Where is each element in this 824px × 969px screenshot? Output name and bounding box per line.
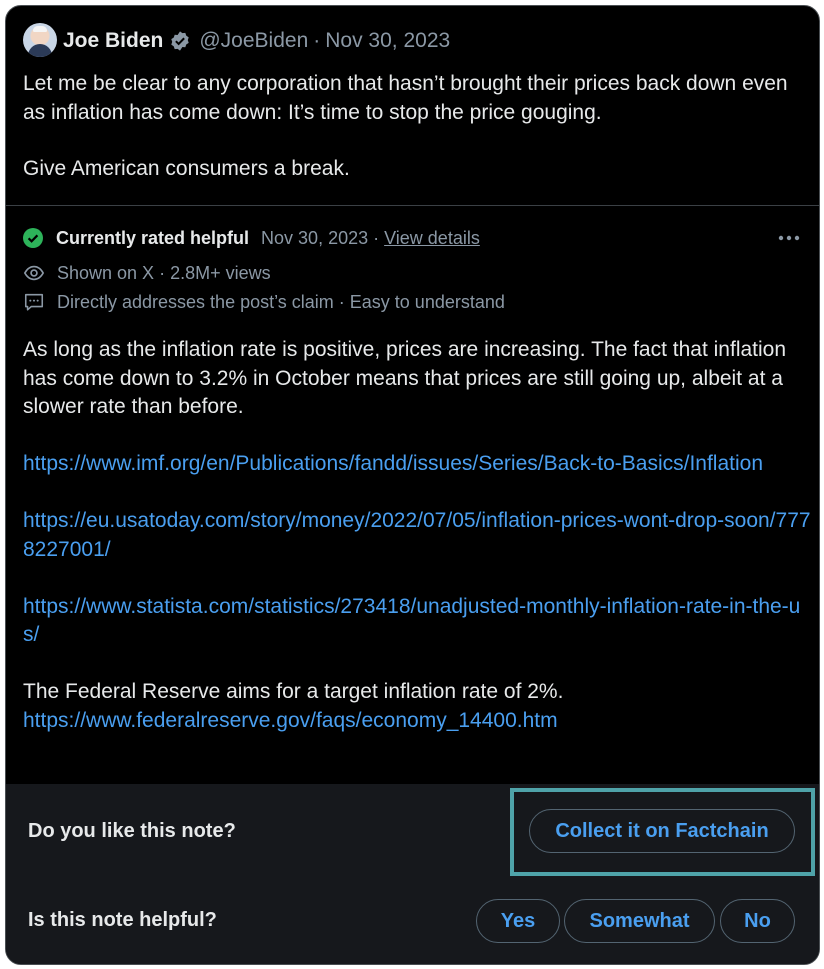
- note-link-statista[interactable]: https://www.statista.com/statistics/2734…: [23, 595, 800, 647]
- note-date: Nov 30, 2023: [261, 227, 369, 248]
- note-body: As long as the inflation rate is positiv…: [23, 336, 813, 735]
- separator-dot: ·: [313, 29, 321, 52]
- tweet-author-line: Joe Biden @JoeBiden · Nov 30, 2023: [63, 28, 450, 54]
- tweet-date[interactable]: Nov 30, 2023: [325, 28, 450, 54]
- comment-icon: [24, 293, 44, 311]
- tweet-text: Let me be clear to any corporation that …: [23, 70, 793, 184]
- note-link-imf[interactable]: https://www.imf.org/en/Publications/fand…: [23, 452, 763, 475]
- separator-dot: ·: [373, 227, 380, 248]
- like-question: Do you like this note?: [28, 820, 236, 842]
- divider: [6, 205, 819, 206]
- note-paragraph: The Federal Reserve aims for a target in…: [23, 680, 564, 703]
- helpful-question: Is this note helpful?: [28, 909, 217, 931]
- eye-icon: [23, 265, 45, 281]
- feedback-panel: Do you like this note? Collect it on Fac…: [6, 784, 819, 964]
- note-header: Currently rated helpful Nov 30, 2023 · V…: [23, 226, 480, 250]
- note-status: Currently rated helpful: [56, 227, 250, 248]
- yes-button[interactable]: Yes: [476, 899, 560, 943]
- note-paragraph: As long as the inflation rate is positiv…: [23, 338, 787, 418]
- note-link-federalreserve[interactable]: https://www.federalreserve.gov/faqs/econ…: [23, 709, 558, 732]
- note-views: Shown on X · 2.8M+ views: [57, 262, 271, 283]
- collect-factchain-button[interactable]: Collect it on Factchain: [529, 809, 795, 853]
- tweet-paragraph: Give American consumers a break.: [23, 157, 350, 180]
- note-reasons: Directly addresses the post’s claim · Ea…: [57, 291, 505, 312]
- author-name[interactable]: Joe Biden: [63, 28, 163, 54]
- post-card: Joe Biden @JoeBiden · Nov 30, 2023 Let m…: [5, 5, 820, 965]
- author-handle[interactable]: @JoeBiden: [199, 28, 308, 54]
- more-icon[interactable]: [777, 234, 801, 242]
- tweet: Joe Biden @JoeBiden · Nov 30, 2023 Let m…: [6, 6, 819, 206]
- avatar[interactable]: [23, 23, 57, 57]
- somewhat-button[interactable]: Somewhat: [564, 899, 715, 943]
- no-button[interactable]: No: [720, 899, 795, 943]
- check-circle-icon: [23, 228, 43, 248]
- tweet-paragraph: Let me be clear to any corporation that …: [23, 72, 788, 124]
- note-views-row: Shown on X · 2.8M+ views: [23, 261, 271, 285]
- view-details-link[interactable]: View details: [384, 228, 480, 249]
- note-reasons-row: Directly addresses the post’s claim · Ea…: [23, 290, 505, 314]
- verified-badge-icon: [171, 31, 190, 51]
- note-link-usatoday[interactable]: https://eu.usatoday.com/story/money/2022…: [23, 509, 811, 561]
